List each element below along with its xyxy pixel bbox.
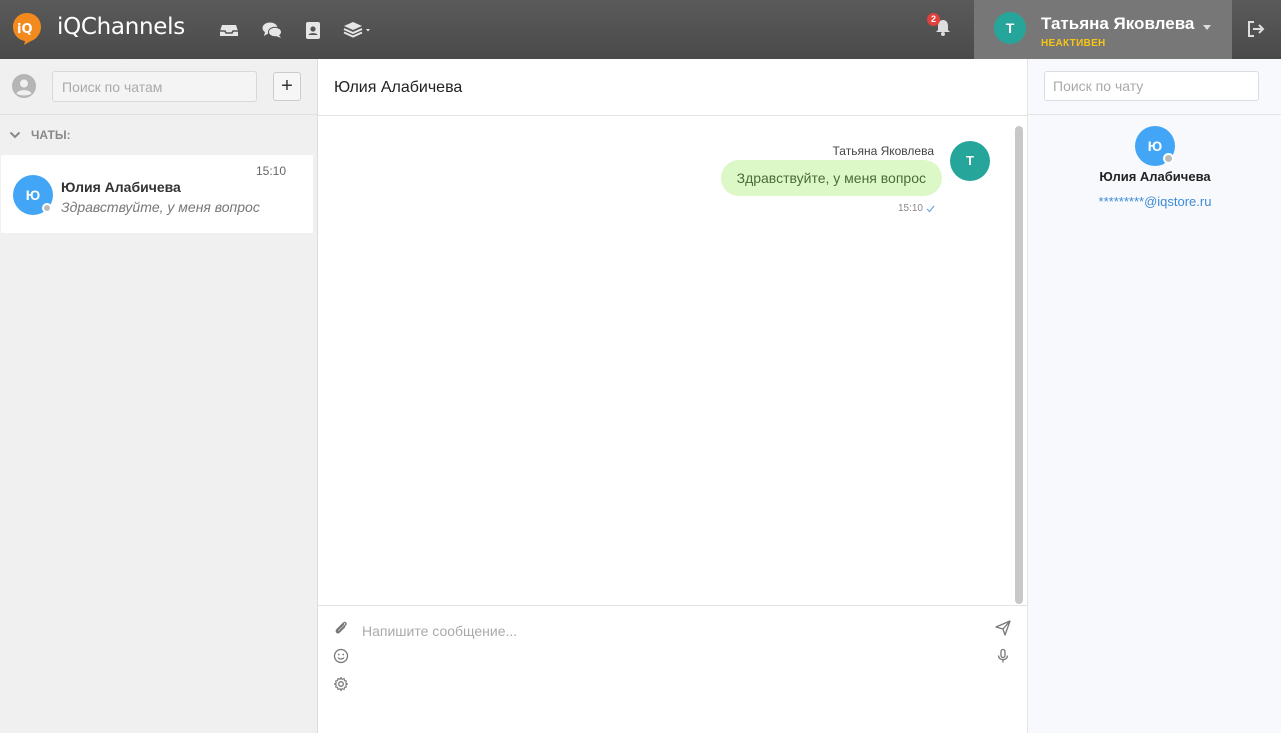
operator-avatar: Т bbox=[950, 141, 990, 181]
top-bar: iQ iQChannels 2 Т Татьяна Яковлева НЕАКТ… bbox=[0, 0, 1281, 59]
message-bubble[interactable]: Здравствуйте, у меня вопрос bbox=[720, 160, 942, 196]
user-status: НЕАКТИВЕН bbox=[1041, 38, 1106, 49]
inbox-icon[interactable] bbox=[218, 19, 240, 41]
user-avatar: Т bbox=[994, 12, 1026, 44]
chevron-down-icon bbox=[9, 131, 21, 139]
chat-list-item[interactable]: Ю Юлия Алабичева 15:10 Здравствуйте, у м… bbox=[1, 155, 313, 233]
user-menu[interactable]: Т Татьяна Яковлева НЕАКТИВЕН bbox=[974, 0, 1232, 59]
microphone-icon[interactable] bbox=[995, 648, 1011, 664]
message-author: Татьяна Яковлева bbox=[832, 144, 935, 158]
chat-list-panel: + ЧАТЫ: Ю Юлия Алабичева 15:10 Здравству… bbox=[0, 59, 318, 733]
message-time: 15:10 bbox=[897, 203, 923, 214]
conversation-title: Юлия Алабичева bbox=[334, 79, 463, 96]
logout-icon[interactable] bbox=[1245, 18, 1267, 40]
chats-icon[interactable] bbox=[261, 19, 283, 41]
message-input[interactable] bbox=[362, 619, 962, 643]
svg-text:iQ: iQ bbox=[17, 22, 33, 37]
sent-check-icon bbox=[926, 205, 935, 212]
message-list-scrollbar[interactable] bbox=[1015, 126, 1023, 604]
iq-logo-icon[interactable]: iQ bbox=[12, 12, 42, 46]
divider bbox=[1028, 114, 1281, 115]
chat-last-message: Здравствуйте, у меня вопрос bbox=[61, 199, 260, 215]
divider bbox=[0, 114, 317, 115]
brand-name[interactable]: iQChannels bbox=[57, 14, 185, 40]
chat-time: 15:10 bbox=[256, 164, 287, 178]
add-chat-button[interactable]: + bbox=[273, 72, 301, 101]
layers-dropdown-icon[interactable] bbox=[343, 19, 375, 41]
user-name: Татьяна Яковлева bbox=[1041, 14, 1195, 33]
send-icon[interactable] bbox=[995, 620, 1011, 636]
chats-section-label: ЧАТЫ: bbox=[31, 128, 71, 142]
contacts-icon[interactable] bbox=[302, 19, 324, 41]
message-list[interactable]: Татьяна Яковлева Здравствуйте, у меня во… bbox=[318, 116, 1027, 606]
conversation-header: Юлия Алабичева bbox=[318, 59, 1027, 116]
chat-search-input[interactable] bbox=[52, 71, 257, 102]
chat-client-name: Юлия Алабичева bbox=[61, 179, 181, 195]
chat-history-search-input[interactable] bbox=[1044, 71, 1259, 101]
chats-section-toggle[interactable]: ЧАТЫ: bbox=[9, 128, 71, 142]
client-info-panel: Ю Юлия Алабичева *********@iqstore.ru bbox=[1027, 59, 1281, 733]
presence-dot bbox=[42, 203, 52, 213]
message-composer bbox=[318, 605, 1027, 733]
conversation-panel: Юлия Алабичева Татьяна Яковлева Здравств… bbox=[318, 59, 1027, 733]
notifications-badge[interactable]: 2 bbox=[927, 13, 940, 26]
attach-paperclip-icon[interactable] bbox=[333, 620, 349, 636]
presence-dot bbox=[1163, 153, 1174, 164]
client-name: Юлия Алабичева bbox=[1099, 169, 1211, 184]
emoji-icon[interactable] bbox=[333, 648, 349, 664]
settings-gear-icon[interactable] bbox=[333, 676, 349, 692]
chevron-down-icon bbox=[1203, 25, 1211, 30]
client-email-link[interactable]: *********@iqstore.ru bbox=[1028, 194, 1281, 209]
message-meta: 15:10 bbox=[898, 203, 935, 214]
user-profile-icon[interactable] bbox=[12, 74, 36, 98]
